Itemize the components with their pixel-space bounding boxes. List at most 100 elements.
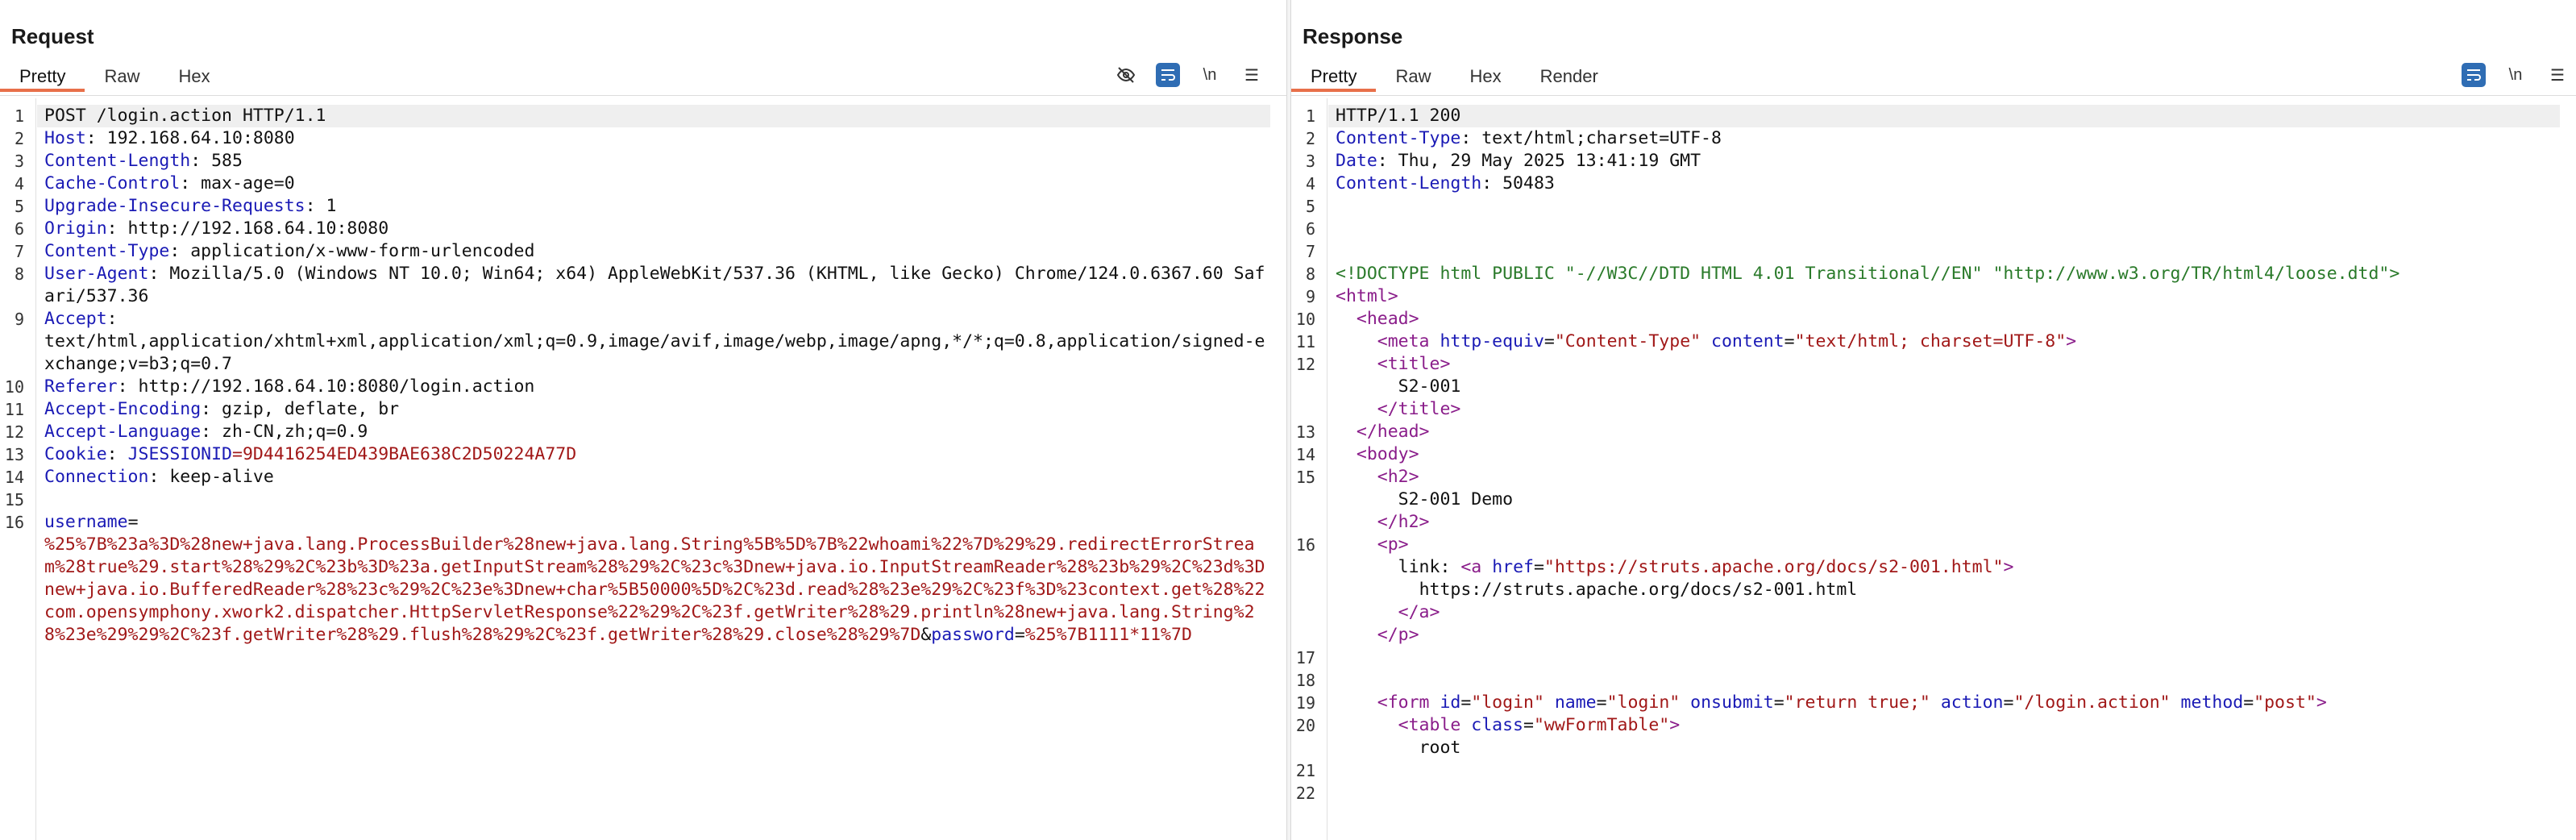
tab-raw[interactable]: Raw: [85, 63, 159, 92]
code-token: "Content-Type": [1554, 331, 1701, 351]
tab-pretty[interactable]: Pretty: [0, 63, 85, 92]
code-token: : Mozilla/5.0 (Windows NT 10.0; Win64; x…: [44, 264, 1265, 306]
line-number: 11: [4, 400, 24, 419]
code-token: "login": [1471, 692, 1544, 713]
tab-hex[interactable]: Hex: [1450, 63, 1520, 92]
code-token: JSESSIONID: [127, 444, 233, 464]
code-token: Content-Type: [1336, 128, 1461, 148]
code-token: Connection: [44, 467, 149, 487]
code-token: username: [44, 512, 128, 532]
code-token: Content-Length: [1336, 173, 1482, 193]
menu-icon[interactable]: ☰: [2545, 63, 2570, 87]
code-line: Origin: http://192.168.64.10:8080: [44, 218, 1270, 240]
request-pane: Request Pretty Raw Hex \n ☰ 1 POST /login.a…: [0, 0, 1286, 840]
code-token: =: [1014, 625, 1025, 645]
code-line: Cache-Control: max-age=0: [44, 173, 1270, 195]
code-token: User-Agent: [44, 264, 149, 284]
code-line: <!DOCTYPE html PUBLIC "-//W3C//DTD HTML …: [1336, 263, 2560, 285]
code-token: </a>: [1398, 602, 1440, 622]
code-token: =: [1596, 692, 1607, 713]
code-token: =: [1773, 692, 1785, 713]
code-token: Referer: [44, 376, 118, 397]
request-editor[interactable]: 1 POST /login.action HTTP/1.1 2 Host: 192.1…: [0, 98, 1286, 840]
code-token: <!DOCTYPE html PUBLIC "-//W3C//DTD HTML …: [1336, 264, 2400, 284]
code-line: Upgrade-Insecure-Requests: 1: [44, 195, 1270, 218]
code-token: password: [931, 625, 1015, 645]
line-number: 18: [1295, 671, 1315, 690]
code-token: Accept-Encoding: [44, 399, 202, 419]
code-token: : gzip, deflate, br: [201, 399, 400, 419]
code-token: <table: [1336, 715, 1472, 735]
code-token: : application/x-www-form-urlencoded: [169, 241, 535, 261]
eye-slash-icon[interactable]: [1114, 63, 1138, 87]
line-number: 3: [14, 152, 24, 171]
line-number: 16: [4, 513, 24, 532]
line-number: 13: [4, 445, 24, 464]
response-toolbar: \n ☰: [2462, 63, 2570, 87]
code-token: root: [1419, 738, 1461, 758]
line-number: 8: [14, 264, 24, 284]
code-token: <body>: [1336, 444, 1419, 464]
code-token: </h2>: [1377, 512, 1430, 532]
line-number: 14: [1295, 445, 1315, 464]
code-line: Content-Length: 50483: [1336, 173, 2560, 195]
code-token: "return true;": [1784, 692, 1930, 713]
line-number: 17: [1295, 648, 1315, 667]
code-token: name: [1544, 692, 1597, 713]
line-number: 19: [1295, 693, 1315, 713]
request-title: Request: [11, 24, 94, 48]
code-token: </p>: [1377, 625, 1419, 645]
tab-pretty[interactable]: Pretty: [1291, 63, 1377, 92]
tab-render[interactable]: Render: [1521, 63, 1618, 92]
line-number: 2: [1305, 129, 1315, 148]
tab-raw[interactable]: Raw: [1376, 63, 1450, 92]
code-token: <title>: [1336, 354, 1451, 374]
code-token: class: [1471, 715, 1524, 735]
code-token: : 1: [305, 196, 337, 216]
code-token: Cookie: [44, 444, 107, 464]
line-number: 12: [4, 422, 24, 442]
line-number: 12: [1295, 355, 1315, 374]
code-line: Accept-Language: zh-CN,zh;q=0.9: [44, 421, 1270, 443]
code-line: <table class="wwFormTable"> root: [1336, 714, 2560, 759]
wrap-lines-icon[interactable]: [1156, 63, 1180, 87]
code-token: Content-Type: [44, 241, 170, 261]
line-number: 5: [14, 197, 24, 216]
code-token: id: [1440, 692, 1461, 713]
code-token: "login": [1606, 692, 1681, 713]
code-line: Content-Type: application/x-www-form-url…: [44, 240, 1270, 263]
code-token: "https://struts.apache.org/docs/s2-001.h…: [1544, 557, 2004, 577]
response-editor[interactable]: 1 HTTP/1.1 200 2 Content-Type: text/html;ch…: [1291, 98, 2576, 840]
code-line: User-Agent: Mozilla/5.0 (Windows NT 10.0…: [44, 263, 1270, 308]
code-token: : http://192.168.64.10:8080: [106, 218, 389, 239]
line-number: 4: [1305, 174, 1315, 193]
code-token: Host: [44, 128, 86, 148]
code-token: Date: [1336, 151, 1377, 171]
line-number: 2: [14, 129, 24, 148]
code-token: =9D4416254ED439BAE638C2D50224A77D: [232, 444, 577, 464]
tab-hex[interactable]: Hex: [159, 63, 229, 92]
code-token: =: [1533, 557, 1544, 577]
code-token: "post": [2254, 692, 2316, 713]
code-line: Host: 192.168.64.10:8080: [44, 127, 1270, 150]
code-token: : max-age=0: [180, 173, 295, 193]
newline-toggle[interactable]: \n: [2503, 63, 2528, 87]
code-line: <head>: [1336, 308, 2560, 331]
code-token: &: [920, 625, 932, 645]
code-token: %25%7B1111*11%7D: [1024, 625, 1192, 645]
wrap-lines-icon[interactable]: [2462, 63, 2486, 87]
newline-toggle[interactable]: \n: [1198, 63, 1222, 87]
code-token: >: [2066, 331, 2077, 351]
code-line: Accept-Encoding: gzip, deflate, br: [44, 398, 1270, 421]
code-line: <form id="login" name="login" onsubmit="…: [1336, 692, 2560, 714]
code-token: "/login.action": [2013, 692, 2171, 713]
code-token: onsubmit: [1680, 692, 1774, 713]
code-line: Content-Type: text/html;charset=UTF-8: [1336, 127, 2560, 150]
code-token: : zh-CN,zh;q=0.9: [201, 422, 368, 442]
code-token: Cache-Control: [44, 173, 181, 193]
code-token: Accept-Language: [44, 422, 202, 442]
menu-icon[interactable]: ☰: [1240, 63, 1264, 87]
line-number: 13: [1295, 422, 1315, 442]
code-token: <p>: [1336, 534, 1409, 555]
